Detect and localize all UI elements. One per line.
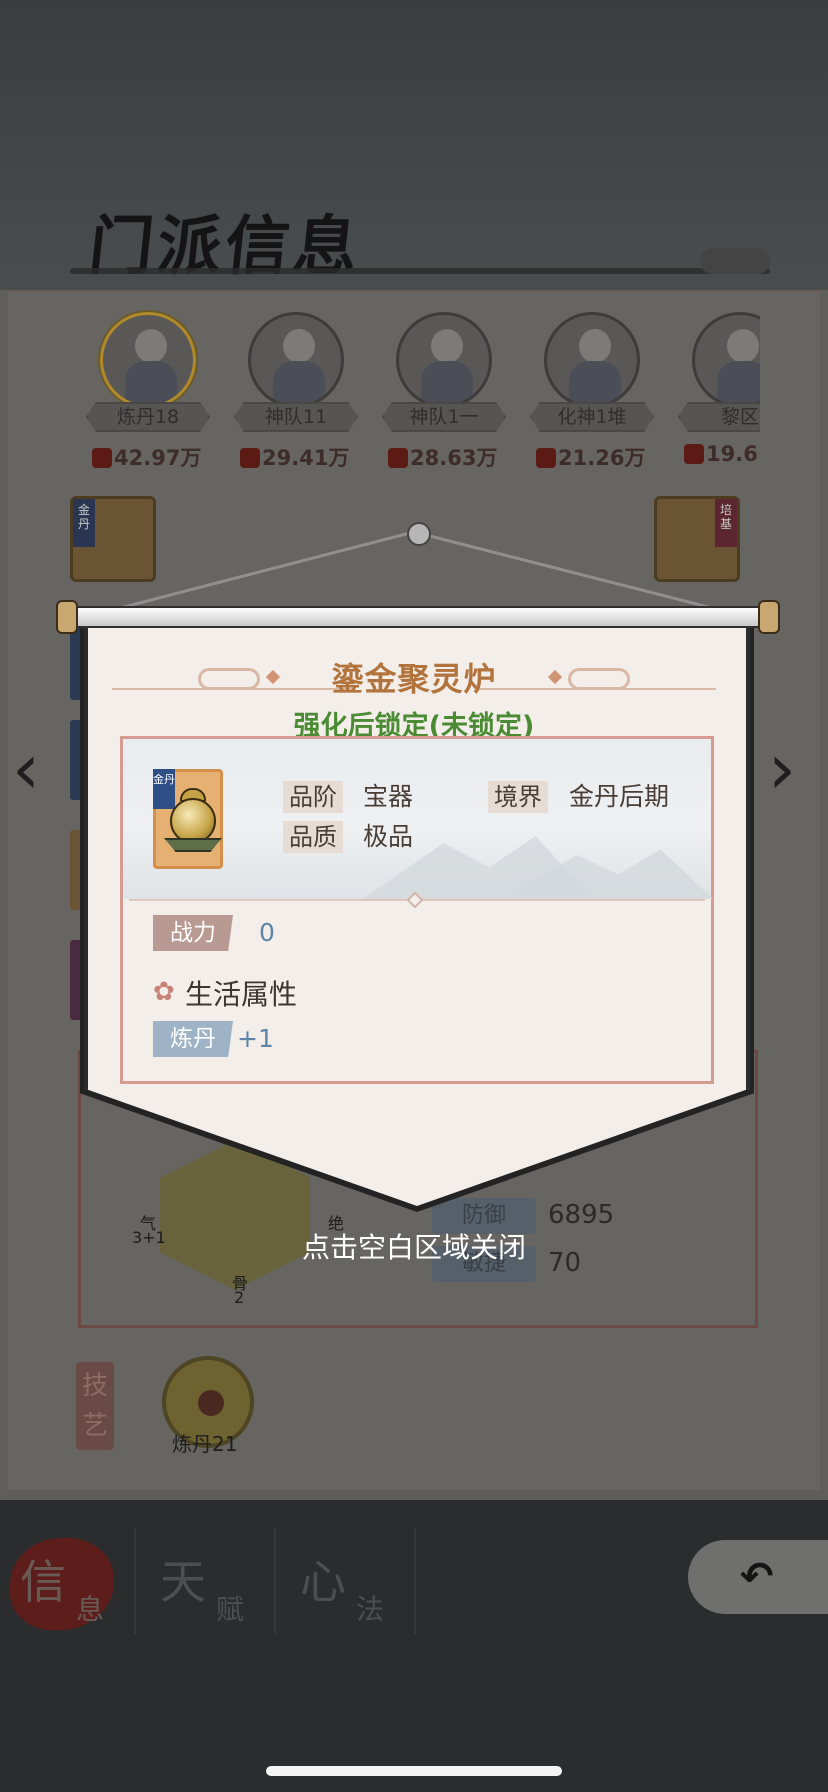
alchemy-attr-value: +1 xyxy=(237,1024,274,1053)
realm-label: 境界 xyxy=(488,781,548,813)
nail-icon xyxy=(407,522,431,546)
tab-method-small: 法 xyxy=(356,1593,385,1626)
member-card[interactable]: 炼丹18 42.97万 xyxy=(84,310,210,470)
member-power: 28.63万 xyxy=(410,446,498,470)
tab-info-big: 信 xyxy=(20,1555,66,1609)
member-name: 神队11 xyxy=(234,402,358,432)
tab-method[interactable]: 心 法 xyxy=(280,1528,416,1634)
power-icon xyxy=(536,448,556,468)
item-header: 金丹 品阶 宝器 境界 金丹后期 品质 极品 xyxy=(123,739,713,899)
scroll-rod-end xyxy=(56,600,78,634)
tab-talent-small: 赋 xyxy=(216,1593,245,1626)
item-icon-tag: 金丹 xyxy=(153,769,175,809)
combat-power-label: 战力 xyxy=(153,915,233,951)
tab-talent[interactable]: 天 赋 xyxy=(140,1528,276,1634)
member-power: 42.97万 xyxy=(114,446,202,470)
skill-name: 炼丹21 xyxy=(172,1432,238,1456)
power-icon xyxy=(92,448,112,468)
member-power: 29.41万 xyxy=(262,446,350,470)
power-icon xyxy=(684,444,704,464)
tab-info[interactable]: 信 息 xyxy=(0,1528,136,1634)
title-cloud-ornament xyxy=(700,248,770,274)
member-list: 炼丹18 42.97万 神队11 29.41万 神队1一 28.63万 化神1堆… xyxy=(84,310,760,470)
tab-info-small: 息 xyxy=(76,1593,105,1626)
scroll-rod-end xyxy=(758,600,780,634)
member-portrait xyxy=(248,312,344,408)
grade-value: 宝器 xyxy=(363,782,414,811)
member-card[interactable]: 黎区 19.6 xyxy=(676,310,760,470)
stat-bone-value: 2 xyxy=(234,1288,245,1307)
skill-section-tag: 技艺 xyxy=(76,1362,114,1450)
equip-slot-left[interactable]: 金丹 xyxy=(70,496,156,582)
item-info-card: 金丹 品阶 宝器 境界 金丹后期 品质 极品 战力 0 ✿ 生活属性 炼丹 +1 xyxy=(120,736,714,1084)
tab-talent-big: 天 xyxy=(160,1555,206,1609)
power-icon xyxy=(388,448,408,468)
member-portrait xyxy=(396,312,492,408)
item-name: 鎏金聚灵炉 xyxy=(331,660,497,698)
realm-value: 金丹后期 xyxy=(569,782,670,811)
member-card[interactable]: 神队1一 28.63万 xyxy=(380,310,506,470)
member-card[interactable]: 化神1堆 21.26万 xyxy=(528,310,654,470)
back-icon: ↶ xyxy=(740,1554,774,1600)
member-name: 化神1堆 xyxy=(530,402,654,432)
life-attributes-title: 生活属性 xyxy=(185,978,298,1011)
member-name: 炼丹18 xyxy=(86,402,210,432)
power-icon xyxy=(240,448,260,468)
scroll-rod xyxy=(56,606,778,628)
member-portrait xyxy=(544,312,640,408)
cauldron-icon: 金丹 xyxy=(153,769,223,869)
member-portrait xyxy=(692,312,760,408)
member-name: 神队1一 xyxy=(382,402,506,432)
member-card[interactable]: 神队11 29.41万 xyxy=(232,310,358,470)
alchemy-attr-label: 炼丹 xyxy=(153,1021,233,1057)
title-underline xyxy=(70,268,770,274)
equip-slot-right[interactable]: 培基 xyxy=(654,496,740,582)
member-power: 19.6 xyxy=(706,442,758,466)
quality-value: 极品 xyxy=(363,822,414,851)
quality-label: 品质 xyxy=(283,821,343,853)
combat-power-value: 0 xyxy=(259,918,275,947)
equip-slot-tag: 金丹 xyxy=(73,499,95,547)
home-indicator[interactable] xyxy=(266,1766,562,1776)
member-name: 黎区 xyxy=(678,402,760,432)
member-portrait xyxy=(100,312,196,408)
tab-method-big: 心 xyxy=(300,1555,346,1609)
member-power: 21.26万 xyxy=(558,446,646,470)
flower-icon: ✿ xyxy=(153,977,175,1007)
grade-label: 品阶 xyxy=(283,781,343,813)
back-button[interactable]: ↶ xyxy=(688,1540,828,1614)
equip-slot-tag: 培基 xyxy=(715,499,737,547)
close-hint[interactable]: 点击空白区域关闭 xyxy=(0,1226,828,1266)
